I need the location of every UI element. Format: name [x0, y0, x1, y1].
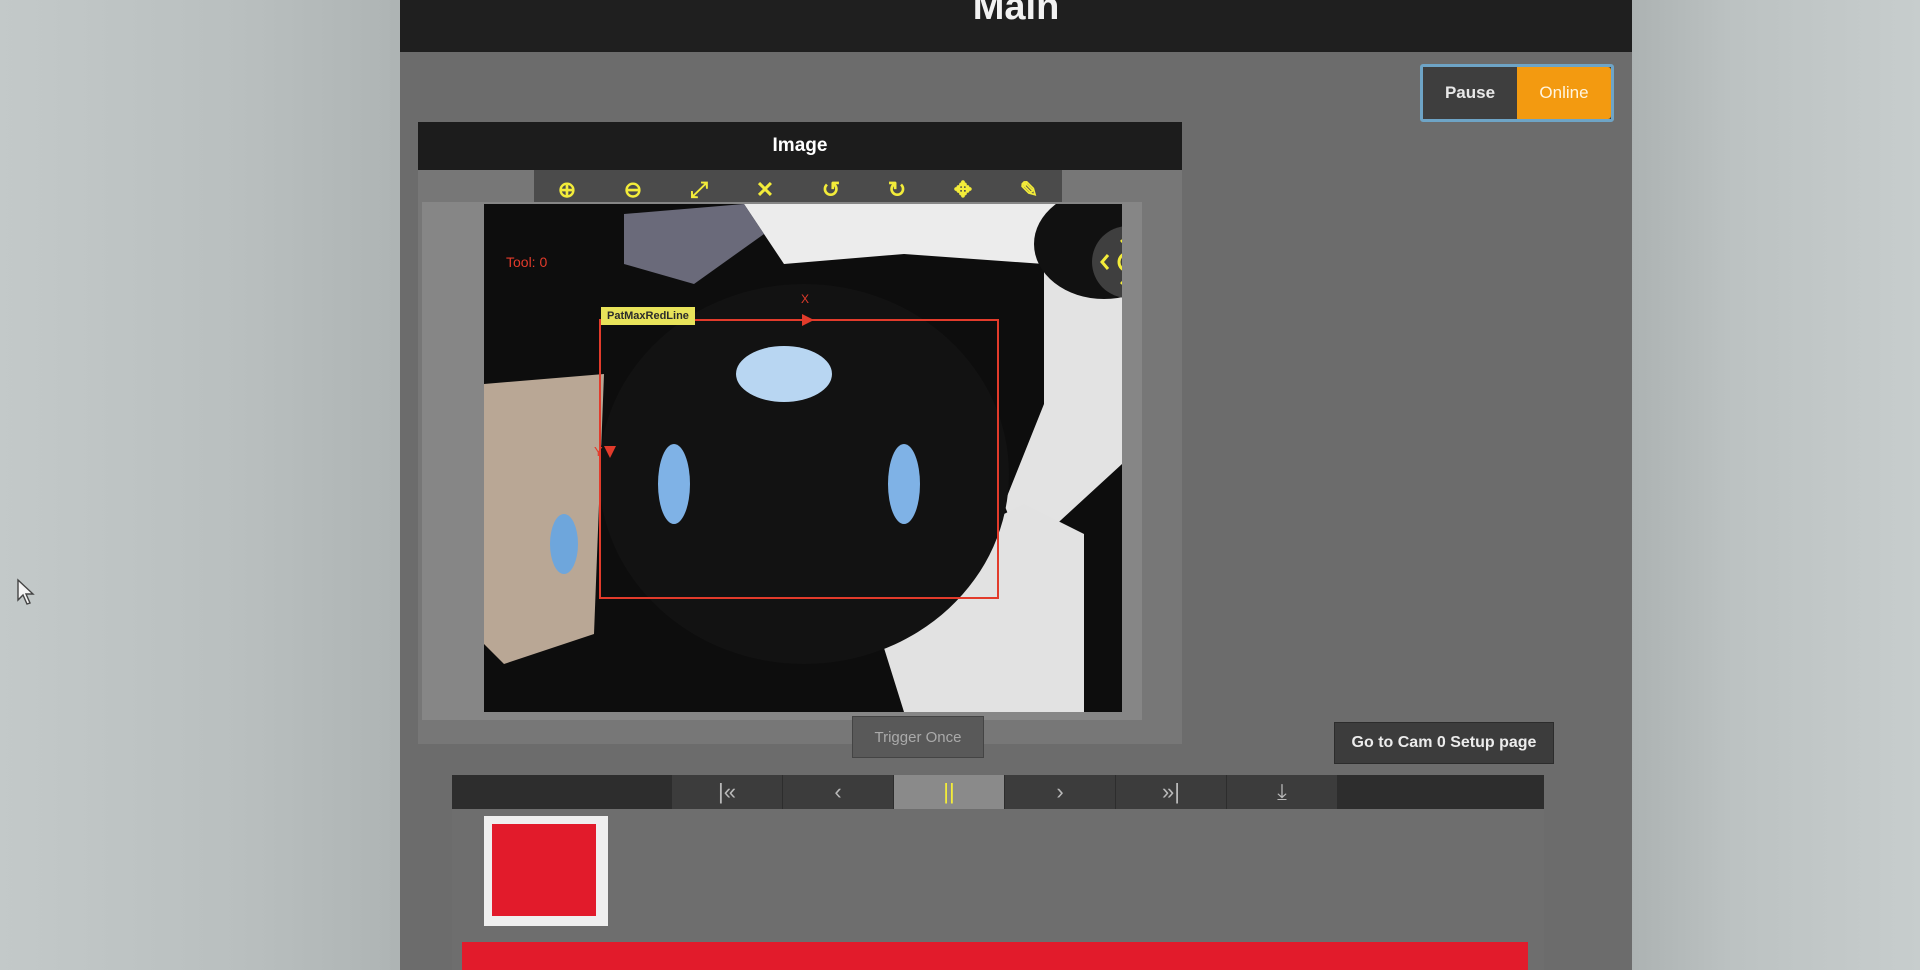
status-bar: [462, 942, 1528, 970]
camera-scene: [484, 204, 1122, 712]
history-navigation-bar: |« ‹ || › »| ⤓: [452, 775, 1544, 809]
next-icon[interactable]: ›: [1005, 775, 1115, 809]
page-title: Main: [972, 0, 1060, 28]
trigger-once-button[interactable]: Trigger Once: [852, 716, 984, 758]
last-icon[interactable]: »|: [1116, 775, 1226, 809]
tool-label: Tool: 0: [506, 254, 548, 270]
first-icon[interactable]: |«: [672, 775, 782, 809]
title-bar: Main: [400, 0, 1632, 52]
download-icon[interactable]: ⤓: [1227, 775, 1337, 809]
image-viewport-frame: Tool: 0 PatMaxRedLine X Y: [422, 202, 1142, 720]
go-to-setup-button[interactable]: Go to Cam 0 Setup page: [1334, 722, 1554, 764]
monitor-bezel-left: [0, 0, 400, 970]
pause-icon[interactable]: ||: [894, 775, 1004, 809]
online-button[interactable]: Online: [1517, 67, 1611, 119]
axis-y-label: Y: [594, 444, 603, 459]
image-panel-title: Image: [772, 135, 828, 156]
image-panel: Image ⊕ ⊖ ⤢ ✕ ↺ ↻ ✥ ✎ Tool: 0 PatMaxRedL…: [418, 122, 1182, 744]
pan-arrows-icon: [1100, 239, 1122, 285]
mode-toggle[interactable]: Pause Online: [1420, 64, 1614, 122]
mouse-cursor-icon: [17, 578, 35, 605]
result-thumbnail[interactable]: [484, 816, 608, 926]
roi-label: PatMaxRedLine: [601, 307, 695, 325]
pan-control[interactable]: [1092, 226, 1122, 298]
axis-x-label: X: [801, 292, 810, 306]
image-panel-header: Image: [418, 122, 1182, 170]
camera-image[interactable]: Tool: 0 PatMaxRedLine X Y: [484, 204, 1122, 712]
result-status-indicator: [492, 824, 596, 916]
previous-icon[interactable]: ‹: [783, 775, 893, 809]
monitor-bezel-right: [1610, 0, 1920, 970]
pause-button[interactable]: Pause: [1423, 67, 1517, 119]
